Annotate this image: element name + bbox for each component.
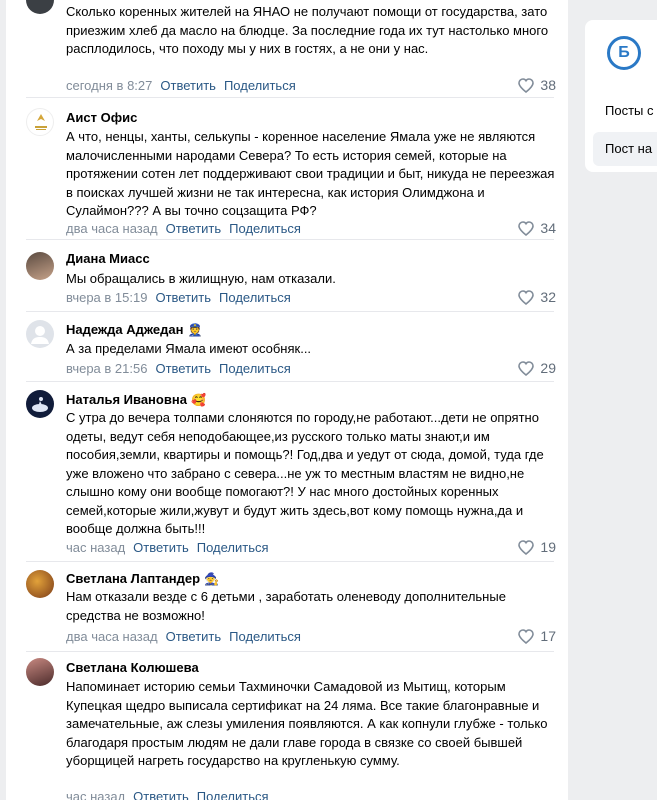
heart-icon [518,360,535,376]
author-name[interactable]: Аист Офис [66,110,137,125]
comments-feed: Сколько коренных жителей на ЯНАО не полу… [6,0,568,800]
share-button[interactable]: Поделиться [219,290,291,305]
right-sidebar: Б Посты с Пост на [585,20,657,172]
comment-text: Нам отказали везде с 6 детьми , заработа… [66,589,506,623]
share-button[interactable]: Поделиться [197,789,269,800]
comment-text: Напоминает историю семьи Тахминочки Сама… [66,679,548,768]
comment-text: Мы обращались в жилищную, нам отказали. [66,271,336,286]
comment: Светлана Колюшева Напоминает историю сем… [6,652,568,800]
like-button[interactable]: 34 [518,220,556,236]
comment-time[interactable]: час назад [66,540,125,555]
reply-button[interactable]: Ответить [166,629,222,644]
comment: Диана Миасс Мы обращались в жилищную, на… [6,240,568,312]
like-button[interactable]: 38 [518,77,556,93]
comment: Надежда Аджедан 👮 А за пределами Ямала им… [6,312,568,382]
comment-time[interactable]: час назад [66,789,125,800]
like-button[interactable]: 19 [518,539,556,555]
stork-logo-icon [35,114,47,130]
comment-time[interactable]: вчера в 21:56 [66,361,147,376]
comment: Светлана Лаптандер 🧙 Нам отказали везде с… [6,562,568,652]
reply-button[interactable]: Ответить [160,78,216,93]
comment-meta: сегодня в 8:27 Ответить Поделиться [66,78,296,93]
heart-icon [518,77,535,93]
avatar[interactable] [26,252,54,280]
sidebar-item-posts[interactable]: Посты с [593,94,657,128]
comment-time[interactable]: вчера в 15:19 [66,290,147,305]
author-name[interactable]: Надежда Аджедан 👮 [66,322,202,337]
reply-button[interactable]: Ответить [166,221,222,236]
heart-icon [518,220,535,236]
user-placeholder-icon [31,326,49,344]
avatar[interactable] [26,658,54,686]
status-emoji: 🧙 [204,572,219,586]
comment-meta: два часа назад Ответить Поделиться [66,629,301,644]
like-count: 32 [540,289,556,305]
comment-time[interactable]: сегодня в 8:27 [66,78,152,93]
comment-text: А что, ненцы, ханты, селькупы - коренное… [66,129,555,218]
status-emoji: 🥰 [190,393,206,407]
like-button[interactable]: 32 [518,289,556,305]
comment-meta: час назад Ответить Поделиться [66,789,269,800]
author-name-text: Светлана Лаптандер [66,571,201,586]
like-button[interactable]: 17 [518,628,556,644]
share-button[interactable]: Поделиться [224,78,296,93]
status-emoji: 👮 [187,323,203,337]
avatar[interactable] [26,390,54,418]
dancer-image-icon [32,397,48,412]
heart-icon [518,628,535,644]
sidebar-item-post[interactable]: Пост на [593,132,657,166]
author-name[interactable]: Наталья Ивановна 🥰 [66,392,206,407]
comment-meta: час назад Ответить Поделиться [66,540,269,555]
comment-time[interactable]: два часа назад [66,629,158,644]
share-button[interactable]: Поделиться [219,361,291,376]
heart-icon [518,539,535,555]
comment-text: С утра до вечера толпами слоняются по го… [66,410,544,536]
comment: Наталья Ивановна 🥰 С утра до вечера толпа… [6,382,568,562]
avatar[interactable] [26,570,54,598]
like-count: 29 [540,360,556,376]
reply-button[interactable]: Ответить [155,290,211,305]
author-name[interactable]: Диана Миасс [66,251,150,266]
author-name-text: Надежда Аджедан [66,322,184,337]
community-logo[interactable]: Б [607,36,641,70]
reply-button[interactable]: Ответить [133,789,189,800]
author-name-text: Наталья Ивановна [66,392,187,407]
reply-button[interactable]: Ответить [133,540,189,555]
heart-icon [518,289,535,305]
comment-meta: два часа назад Ответить Поделиться [66,221,301,236]
like-count: 17 [540,628,556,644]
avatar[interactable] [26,0,54,14]
author-name[interactable]: Светлана Лаптандер 🧙 [66,571,219,586]
comment-time[interactable]: два часа назад [66,221,158,236]
like-count: 34 [540,220,556,236]
comment-text: Сколько коренных жителей на ЯНАО не полу… [66,4,549,56]
like-count: 38 [540,77,556,93]
comment-text: А за пределами Ямала имеют особняк... [66,341,312,356]
comment-meta: вчера в 15:19 Ответить Поделиться [66,290,291,305]
avatar[interactable] [26,320,54,348]
share-button[interactable]: Поделиться [197,540,269,555]
avatar[interactable] [26,108,54,136]
like-button[interactable]: 29 [518,360,556,376]
comment-meta: вчера в 21:56 Ответить Поделиться [66,361,291,376]
reply-button[interactable]: Ответить [155,361,211,376]
share-button[interactable]: Поделиться [229,629,301,644]
comment: Сколько коренных жителей на ЯНАО не полу… [6,0,568,98]
comment: Аист Офис А что, ненцы, ханты, селькупы … [6,98,568,240]
share-button[interactable]: Поделиться [229,221,301,236]
like-count: 19 [540,539,556,555]
author-name[interactable]: Светлана Колюшева [66,660,199,675]
